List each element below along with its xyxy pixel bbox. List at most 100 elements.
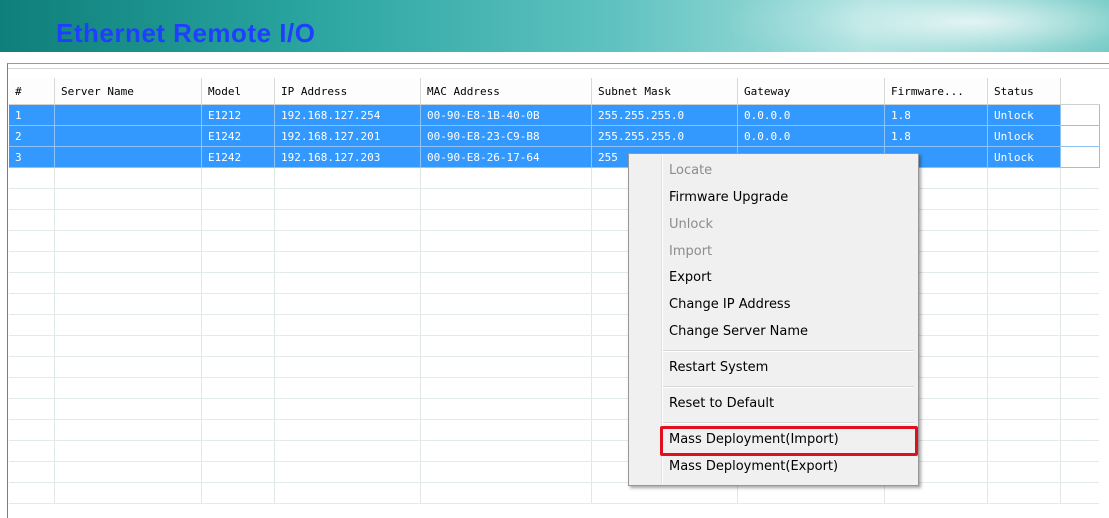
empty-cell [987, 230, 1061, 252]
table-row[interactable]: 2 E1242 192.168.127.201 00-90-E8-23-C9-B… [9, 125, 1100, 147]
empty-cell [1060, 356, 1099, 378]
empty-cell [9, 419, 55, 441]
col-header-number[interactable]: # [9, 78, 55, 105]
empty-cell [201, 188, 275, 210]
table-row[interactable]: 1 E1212 192.168.127.254 00-90-E8-1B-40-0… [9, 104, 1100, 126]
cell-server-name [54, 104, 202, 126]
device-table: # Server Name Model IP Address MAC Addre… [9, 78, 1100, 504]
empty-cell [274, 188, 421, 210]
menu-item-unlock[interactable]: Unlock [669, 213, 713, 237]
menu-separator [663, 422, 914, 424]
menu-item-locate[interactable]: Locate [669, 159, 712, 183]
empty-table-row [9, 293, 1099, 315]
empty-cell [274, 482, 421, 504]
empty-cell [201, 335, 275, 357]
menu-item-import[interactable]: Import [669, 240, 712, 264]
empty-cell [987, 251, 1061, 273]
empty-cell [987, 188, 1061, 210]
empty-cell [54, 440, 202, 462]
empty-cell [201, 419, 275, 441]
device-list-panel: # Server Name Model IP Address MAC Addre… [7, 63, 1109, 518]
empty-cell [201, 398, 275, 420]
empty-cell [201, 272, 275, 294]
empty-cell [420, 461, 592, 483]
empty-cell [274, 356, 421, 378]
col-header-status[interactable]: Status [987, 78, 1061, 105]
empty-cell [987, 440, 1061, 462]
cell-number: 3 [9, 146, 55, 168]
menu-item-change-ip-address[interactable]: Change IP Address [669, 293, 790, 317]
empty-cell [420, 419, 592, 441]
empty-cell [420, 314, 592, 336]
empty-cell [1060, 377, 1099, 399]
empty-cell [987, 419, 1061, 441]
cell-server-name [54, 146, 202, 168]
empty-cell [420, 440, 592, 462]
cell-status: Unlock [987, 146, 1061, 168]
empty-table-row [9, 356, 1099, 378]
empty-cell [1060, 482, 1099, 504]
cell-subnet-mask: 255.255.255.0 [591, 104, 738, 126]
menu-item-change-server-name[interactable]: Change Server Name [669, 320, 808, 344]
cell-model: E1242 [201, 125, 275, 147]
col-header-ip-address[interactable]: IP Address [274, 78, 421, 105]
col-header-gateway[interactable]: Gateway [737, 78, 885, 105]
empty-cell [201, 314, 275, 336]
col-header-mac-address[interactable]: MAC Address [420, 78, 592, 105]
cell-gateway: 0.0.0.0 [737, 125, 885, 147]
cell-filler [1060, 125, 1100, 147]
empty-cell [1060, 419, 1099, 441]
empty-cell [9, 461, 55, 483]
empty-cell [420, 230, 592, 252]
menu-item-export[interactable]: Export [669, 266, 712, 290]
col-header-server-name[interactable]: Server Name [54, 78, 202, 105]
annotation-highlight-box [660, 426, 918, 456]
empty-cell [9, 356, 55, 378]
empty-cell [54, 167, 202, 189]
empty-cell [274, 335, 421, 357]
empty-cell [1060, 272, 1099, 294]
table-row[interactable]: 3 E1242 192.168.127.203 00-90-E8-26-17-6… [9, 146, 1100, 168]
empty-cell [1060, 335, 1099, 357]
empty-cell [274, 272, 421, 294]
cell-status: Unlock [987, 125, 1061, 147]
empty-cell [54, 461, 202, 483]
empty-table-row [9, 209, 1099, 231]
empty-cell [987, 482, 1061, 504]
col-header-subnet-mask[interactable]: Subnet Mask [591, 78, 738, 105]
empty-cell [201, 230, 275, 252]
empty-table-row [9, 314, 1099, 336]
empty-cell [987, 209, 1061, 231]
col-header-firmware[interactable]: Firmware... [884, 78, 988, 105]
empty-cell [54, 209, 202, 231]
empty-cell [1060, 398, 1099, 420]
empty-cell [274, 377, 421, 399]
cell-status: Unlock [987, 104, 1061, 126]
empty-table-row [9, 272, 1099, 294]
empty-cell [54, 356, 202, 378]
empty-cell [9, 293, 55, 315]
empty-table-row [9, 461, 1099, 483]
empty-cell [9, 335, 55, 357]
empty-cell [274, 461, 421, 483]
menu-item-mass-deployment-export[interactable]: Mass Deployment(Export) [669, 455, 838, 479]
empty-cell [987, 293, 1061, 315]
menu-item-reset-to-default[interactable]: Reset to Default [669, 392, 774, 416]
empty-cell [54, 272, 202, 294]
cell-number: 2 [9, 125, 55, 147]
empty-cell [274, 167, 421, 189]
banner-wave-graphic [720, 0, 1109, 52]
empty-cell [9, 440, 55, 462]
empty-cell [274, 293, 421, 315]
empty-cell [1060, 314, 1099, 336]
cell-mac-address: 00-90-E8-26-17-64 [420, 146, 592, 168]
col-header-model[interactable]: Model [201, 78, 275, 105]
empty-cell [987, 335, 1061, 357]
empty-cell [1060, 251, 1099, 273]
empty-cell [1060, 461, 1099, 483]
menu-item-firmware-upgrade[interactable]: Firmware Upgrade [669, 186, 788, 210]
cell-firmware: 1.8 [884, 125, 988, 147]
empty-cell [420, 335, 592, 357]
menu-item-restart-system[interactable]: Restart System [669, 356, 768, 380]
empty-cell [420, 251, 592, 273]
